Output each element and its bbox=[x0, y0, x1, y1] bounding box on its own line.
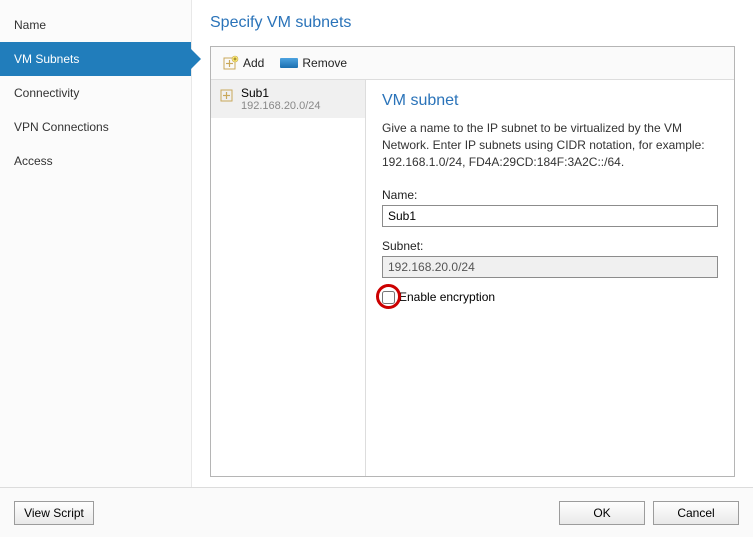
dialog-footer: View Script OK Cancel bbox=[0, 487, 753, 537]
add-button-label: Add bbox=[243, 56, 264, 70]
list-item-cidr: 192.168.20.0/24 bbox=[241, 100, 321, 112]
detail-description: Give a name to the IP subnet to be virtu… bbox=[382, 120, 718, 170]
ok-button[interactable]: OK bbox=[559, 501, 645, 525]
remove-icon bbox=[280, 58, 298, 68]
name-input[interactable] bbox=[382, 205, 718, 227]
list-item-name: Sub1 bbox=[241, 86, 321, 100]
add-button[interactable]: Add bbox=[219, 53, 268, 73]
list-item[interactable]: Sub1 192.168.20.0/24 bbox=[211, 80, 365, 118]
remove-button[interactable]: Remove bbox=[276, 54, 351, 72]
main-panel: Add Remove Sub1 bbox=[210, 46, 735, 477]
content-row: Sub1 192.168.20.0/24 VM subnet Give a na… bbox=[211, 80, 734, 476]
enable-encryption-label: Enable encryption bbox=[399, 290, 495, 304]
remove-button-label: Remove bbox=[302, 56, 347, 70]
cancel-button[interactable]: Cancel bbox=[653, 501, 739, 525]
add-icon bbox=[223, 55, 239, 71]
encryption-row: Enable encryption bbox=[382, 290, 718, 304]
sidebar-item-connectivity[interactable]: Connectivity bbox=[0, 76, 191, 110]
sidebar-item-vm-subnets[interactable]: VM Subnets bbox=[0, 42, 191, 76]
detail-title: VM subnet bbox=[382, 92, 718, 110]
name-label: Name: bbox=[382, 188, 718, 202]
wizard-sidebar: Name VM Subnets Connectivity VPN Connect… bbox=[0, 0, 192, 487]
main-content: Specify VM subnets Add Remove bbox=[192, 0, 753, 487]
enable-encryption-checkbox[interactable] bbox=[382, 291, 395, 304]
view-script-button[interactable]: View Script bbox=[14, 501, 94, 525]
sidebar-item-access[interactable]: Access bbox=[0, 144, 191, 178]
sidebar-item-name[interactable]: Name bbox=[0, 8, 191, 42]
page-title: Specify VM subnets bbox=[210, 14, 735, 32]
toolbar: Add Remove bbox=[211, 47, 734, 80]
subnet-list: Sub1 192.168.20.0/24 bbox=[211, 80, 366, 476]
detail-pane: VM subnet Give a name to the IP subnet t… bbox=[366, 80, 734, 476]
subnet-icon bbox=[219, 87, 235, 103]
subnet-input[interactable] bbox=[382, 256, 718, 278]
subnet-label: Subnet: bbox=[382, 239, 718, 253]
sidebar-item-vpn-connections[interactable]: VPN Connections bbox=[0, 110, 191, 144]
